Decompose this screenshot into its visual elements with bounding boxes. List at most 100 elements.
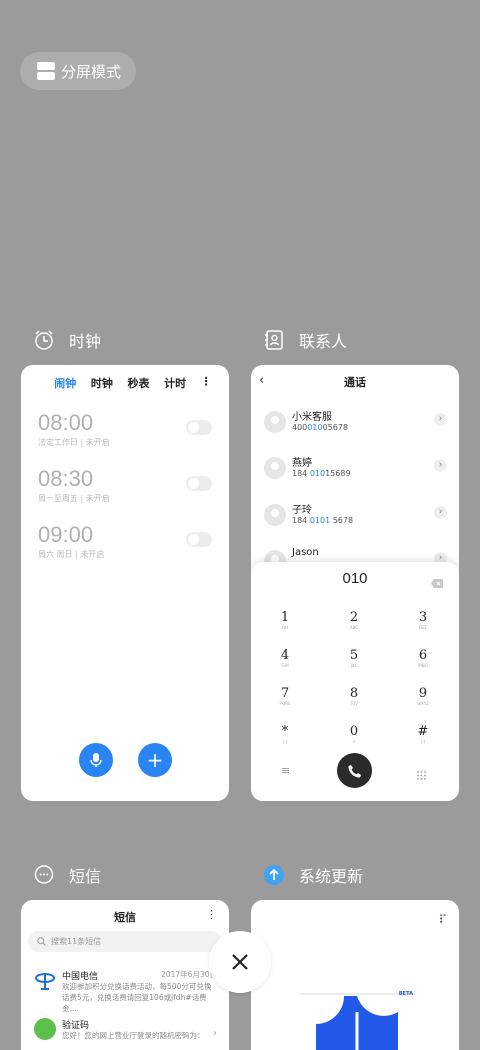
chevron-right-icon: › [213, 1028, 217, 1039]
more-menu-icon[interactable]: ⋮ [206, 908, 217, 921]
messages-app-card[interactable]: 短信 ⋮ 搜索11条短信 中国电信 2017年6月30日 欢迎参加积分兑换话费活… [21, 900, 229, 1050]
key-digit: 0 [349, 724, 359, 739]
close-all-button[interactable] [209, 931, 271, 993]
phone-icon [347, 764, 361, 778]
key-letters: JKL [350, 663, 358, 668]
alarm-time: 08:30 [38, 466, 94, 491]
beta-badge: BETA [398, 991, 413, 997]
system-update-app-card[interactable]: BETA [251, 900, 459, 1050]
more-menu-icon[interactable]: ⋮ [201, 375, 212, 391]
alarm-item[interactable]: 08:00 法定工作日 | 未开启 [38, 410, 110, 448]
chevron-right-icon[interactable]: › [434, 506, 447, 519]
keypad-key[interactable]: 8 TUV [334, 686, 374, 706]
keypad-key[interactable]: 1 QU [265, 610, 305, 630]
china-telecom-logo [34, 969, 56, 991]
close-icon [232, 954, 248, 970]
key-letters: (;) [420, 739, 426, 744]
contact-row[interactable]: 燕婷 184 01015689 › [264, 454, 451, 494]
key-digit: 6 [418, 648, 428, 663]
alarm-desc: 法定工作日 | 未开启 [38, 438, 110, 447]
split-screen-label: 分屏模式 [61, 62, 122, 81]
tab-timer[interactable]: 计时 [164, 375, 186, 391]
contacts-app-card[interactable]: ‹ 通话 小米客服 40001005678 › 燕婷 184 01015689 … [251, 365, 459, 801]
key-letters: + [352, 739, 356, 744]
system-update-app-title: 系统更新 [299, 867, 364, 886]
thread-date: 2017年6月30日 [161, 970, 217, 979]
call-header: 通话 [344, 376, 366, 389]
contact-name: 小米客服 [292, 412, 332, 423]
contacts-book-icon [263, 329, 285, 351]
tab-clock[interactable]: 时钟 [91, 375, 113, 391]
contact-row[interactable]: 小米客服 40001005678 › [264, 408, 451, 448]
dial-input: 010 [342, 570, 368, 587]
search-bar[interactable]: 搜索11条短信 [28, 931, 222, 952]
key-letters: GHI [281, 663, 289, 668]
microphone-icon [90, 753, 102, 767]
dialer-panel: 010 1 QU 2 ABC 3 DEF 4 GHI 5 JKL 6 MNO 7 PQRS 8 TUV 9 WXY… [251, 562, 459, 801]
keypad-key[interactable]: * (,) [265, 724, 305, 744]
keypad-key[interactable]: 3 DEF [403, 610, 443, 630]
contact-row[interactable]: 子玲 184 0101 5678 › [264, 501, 451, 541]
keypad-key[interactable]: 5 JKL [334, 648, 374, 668]
key-letters: DEF [419, 625, 427, 630]
tab-alarm[interactable]: 闹钟 [54, 375, 76, 391]
contact-name: 子玲 [292, 505, 312, 516]
chat-bubble-icon [34, 1018, 56, 1040]
split-screen-button[interactable]: 分屏模式 [20, 52, 136, 90]
chevron-right-icon[interactable]: › [434, 413, 447, 426]
split-screen-icon [37, 62, 55, 80]
alarm-time: 08:00 [38, 410, 94, 435]
chevron-right-icon[interactable]: › [434, 459, 447, 472]
key-letters: ABC [349, 625, 359, 630]
plus-icon: + [146, 748, 164, 772]
messages-app-title: 短信 [69, 867, 102, 886]
key-letters: TUV [349, 701, 359, 706]
key-digit: 1 [280, 610, 290, 625]
call-button[interactable] [337, 753, 372, 788]
key-letters: MNO [418, 663, 428, 668]
add-alarm-button[interactable]: + [138, 743, 172, 777]
alarm-item[interactable]: 09:00 周六 周日 | 未开启 [38, 522, 104, 560]
contact-number: 184 0101 5678 [292, 516, 354, 525]
clock-app-card[interactable]: 闹钟 时钟 秒表 计时 ⋮ 08:00 法定工作日 | 未开启 08:30 周一… [21, 365, 229, 801]
keypad-key[interactable]: 2 ABC [334, 610, 374, 630]
contact-number: 40001005678 [292, 423, 349, 432]
keypad-key[interactable]: 7 PQRS [265, 686, 305, 706]
tab-stopwatch[interactable]: 秒表 [127, 375, 149, 391]
backspace-icon[interactable] [431, 573, 443, 592]
key-digit: 7 [280, 686, 290, 701]
key-digit: 3 [418, 610, 428, 625]
alarm-toggle[interactable] [186, 532, 212, 547]
keypad-key[interactable]: 0 + [334, 724, 374, 744]
key-digit: 5 [349, 648, 359, 663]
contact-name: Jason [292, 547, 319, 558]
thread-preview: 您好！您的网上营业厅登录的随机密码为： [62, 1031, 205, 1040]
key-letters: WXYZ [417, 701, 429, 706]
keypad-toggle-icon[interactable] [417, 765, 426, 784]
keypad-key[interactable]: # (;) [403, 724, 443, 744]
alarm-item[interactable]: 08:30 周一至周五 | 未开启 [38, 466, 110, 504]
clock-tabs: 闹钟 时钟 秒表 计时 ⋮ [21, 365, 229, 391]
menu-icon[interactable]: ≡ [281, 764, 290, 777]
keypad-key[interactable]: 9 WXYZ [403, 686, 443, 706]
more-menu-icon[interactable] [440, 908, 446, 927]
message-bubble-icon [33, 864, 55, 886]
alarm-clock-icon [33, 329, 55, 351]
keypad-key[interactable]: 6 MNO [403, 648, 443, 668]
key-letters: QU [281, 625, 289, 630]
alarm-toggle[interactable] [186, 476, 212, 491]
search-icon [37, 937, 46, 946]
thread-preview: 欢迎参加积分兑换话费活动，每500分可兑换话费5元，兑换话费请回复106或jfd… [62, 982, 212, 1013]
contacts-app-header: 联系人 [263, 328, 347, 352]
clock-app-header: 时钟 [33, 328, 101, 352]
voice-alarm-button[interactable] [79, 743, 113, 777]
alarm-toggle[interactable] [186, 420, 212, 435]
avatar [264, 411, 286, 433]
update-arrow-icon [263, 864, 285, 886]
system-update-app-header: 系统更新 [263, 863, 363, 887]
search-placeholder: 搜索11条短信 [51, 937, 102, 946]
avatar [264, 504, 286, 526]
key-letters: (,) [282, 739, 288, 744]
update-illustration: BETA [299, 991, 415, 1050]
keypad-key[interactable]: 4 GHI [265, 648, 305, 668]
